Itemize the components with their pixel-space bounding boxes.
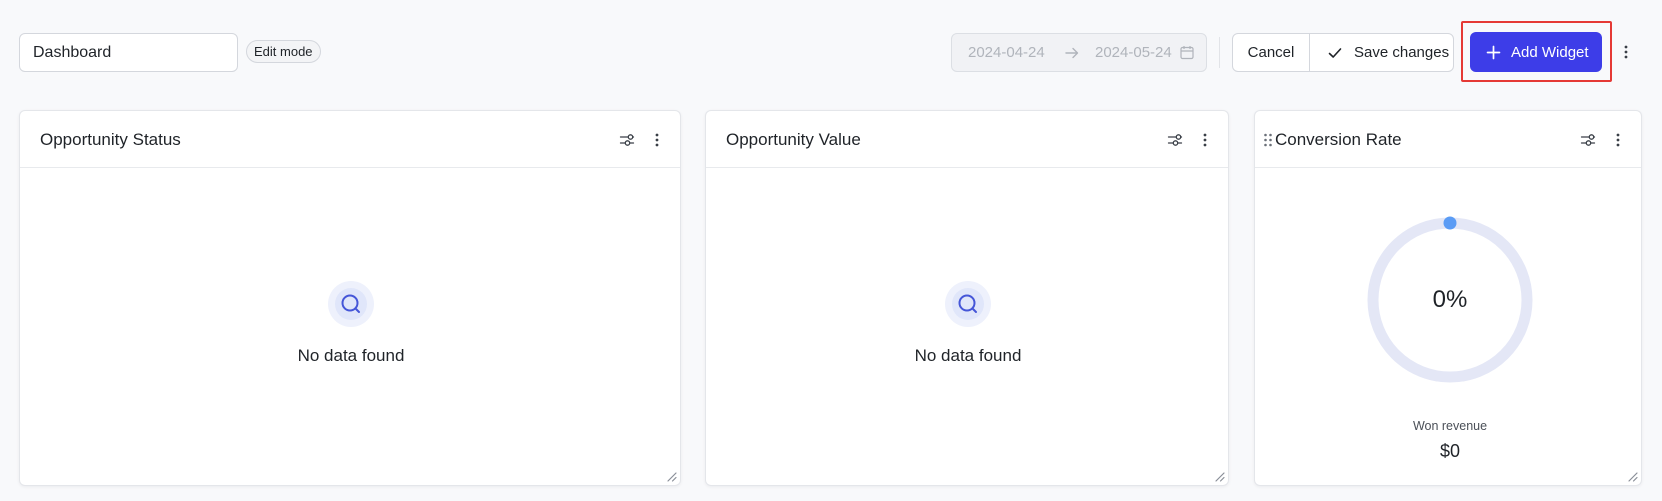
resize-handle-icon[interactable] xyxy=(1213,470,1225,482)
gauge-indicator xyxy=(1443,216,1457,230)
widget-opportunity-status: Opportunity Status No data found xyxy=(19,110,681,486)
search-icon xyxy=(945,281,991,327)
check-icon xyxy=(1328,47,1342,58)
gauge-value: 0% xyxy=(1432,286,1468,313)
dashboard-name-input[interactable] xyxy=(19,33,238,72)
more-vertical-icon[interactable] xyxy=(1619,42,1633,62)
filter-settings-icon[interactable] xyxy=(1580,132,1596,148)
widget-header: Opportunity Value xyxy=(706,111,1228,168)
widget-opportunity-value: Opportunity Value No data found xyxy=(705,110,1229,486)
save-changes-button[interactable]: Save changes xyxy=(1310,34,1453,71)
header-divider xyxy=(1219,37,1220,68)
widget-header: Opportunity Status xyxy=(20,111,680,168)
calendar-icon[interactable] xyxy=(1180,45,1194,60)
save-changes-label: Save changes xyxy=(1354,44,1450,61)
widget-title: Opportunity Value xyxy=(726,130,861,149)
add-widget-button[interactable]: Add Widget xyxy=(1470,32,1602,72)
dashboard-header: Edit mode 2024-04-24 2024-05-24 Cancel S… xyxy=(0,0,1662,104)
plus-icon xyxy=(1486,45,1501,59)
widget-title: Opportunity Status xyxy=(40,130,181,149)
won-revenue-value: $0 xyxy=(1439,441,1461,461)
filter-settings-icon[interactable] xyxy=(1167,132,1183,148)
more-vertical-icon[interactable] xyxy=(1612,131,1624,149)
resize-handle-icon[interactable] xyxy=(665,470,677,482)
more-vertical-icon[interactable] xyxy=(1199,131,1211,149)
empty-state-text: No data found xyxy=(914,346,1022,365)
edit-actions-group: Cancel Save changes xyxy=(1232,33,1454,72)
search-icon xyxy=(328,281,374,327)
arrow-right-icon xyxy=(1065,47,1079,59)
empty-state-text: No data found xyxy=(297,346,405,365)
drag-handle-icon[interactable] xyxy=(1263,133,1273,147)
won-revenue-label: Won revenue xyxy=(1412,419,1488,433)
widget-title: Conversion Rate xyxy=(1275,130,1402,149)
more-vertical-icon[interactable] xyxy=(651,131,663,149)
date-range-start[interactable]: 2024-04-24 xyxy=(968,44,1045,61)
widget-header: Conversion Rate xyxy=(1255,111,1641,168)
widget-conversion-rate: Conversion Rate 0% Won revenue $0 xyxy=(1254,110,1642,486)
edit-mode-badge: Edit mode xyxy=(246,40,321,63)
filter-settings-icon[interactable] xyxy=(619,132,635,148)
resize-handle-icon[interactable] xyxy=(1626,470,1638,482)
add-widget-label: Add Widget xyxy=(1511,43,1589,61)
date-range-end[interactable]: 2024-05-24 xyxy=(1095,44,1172,61)
cancel-button[interactable]: Cancel xyxy=(1233,34,1310,71)
date-range-picker[interactable]: 2024-04-24 2024-05-24 xyxy=(951,33,1207,72)
